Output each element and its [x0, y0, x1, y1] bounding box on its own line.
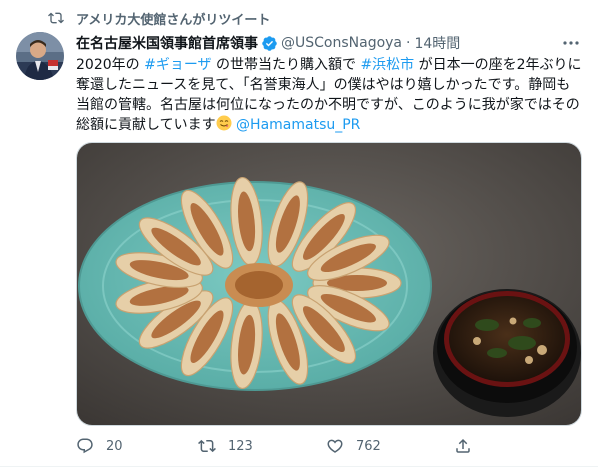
- tweet-text: 2020年の #ギョーザ の世帯当たり購入額で #浜松市 が日本一の座を2年ぶり…: [76, 55, 582, 135]
- more-options-icon[interactable]: [562, 38, 580, 48]
- text-segment: 2020年の: [76, 57, 145, 73]
- share-button[interactable]: [454, 437, 484, 455]
- retweet-indicator: アメリカ大使館さんがリツイート: [48, 8, 270, 28]
- yummy-face-emoji: [216, 115, 232, 131]
- action-bar: 20 123 762: [76, 436, 582, 456]
- text-segment: の世帯当たり購入額で: [211, 57, 361, 73]
- share-icon: [456, 438, 470, 453]
- reply-icon: [77, 438, 93, 454]
- author-name[interactable]: 在名古屋米国領事館首席領事: [76, 33, 258, 53]
- tweet-card[interactable]: アメリカ大使館さんがリツイート 在名古屋米国領事館首席領事 @USConsNag…: [0, 0, 598, 467]
- hashtag-gyoza[interactable]: #ギョーザ: [144, 57, 211, 73]
- reply-button[interactable]: 20: [76, 437, 198, 455]
- verified-badge-icon: [262, 35, 277, 51]
- reply-count: 20: [106, 438, 123, 454]
- timestamp[interactable]: 14時間: [414, 33, 460, 53]
- retweet-button[interactable]: 123: [198, 437, 326, 455]
- retweet-icon: [48, 12, 64, 24]
- tweet-photo[interactable]: [76, 142, 582, 426]
- heart-icon: [327, 439, 343, 453]
- retweet-count: 123: [228, 438, 253, 454]
- retweet-text[interactable]: アメリカ大使館さんがリツイート: [76, 9, 270, 28]
- hashtag-hamamatsu[interactable]: #浜松市: [360, 57, 414, 73]
- mention-hamamatsu[interactable]: @Hamamatsu_PR: [236, 117, 360, 133]
- avatar[interactable]: [16, 32, 64, 80]
- like-count: 762: [356, 438, 381, 454]
- separator-dot: ·: [406, 35, 411, 51]
- like-button[interactable]: 762: [326, 437, 454, 455]
- tweet-header: 在名古屋米国領事館首席領事 @USConsNagoya · 14時間: [76, 33, 582, 53]
- retweet-icon: [198, 439, 216, 453]
- author-handle[interactable]: @USConsNagoya: [281, 35, 402, 51]
